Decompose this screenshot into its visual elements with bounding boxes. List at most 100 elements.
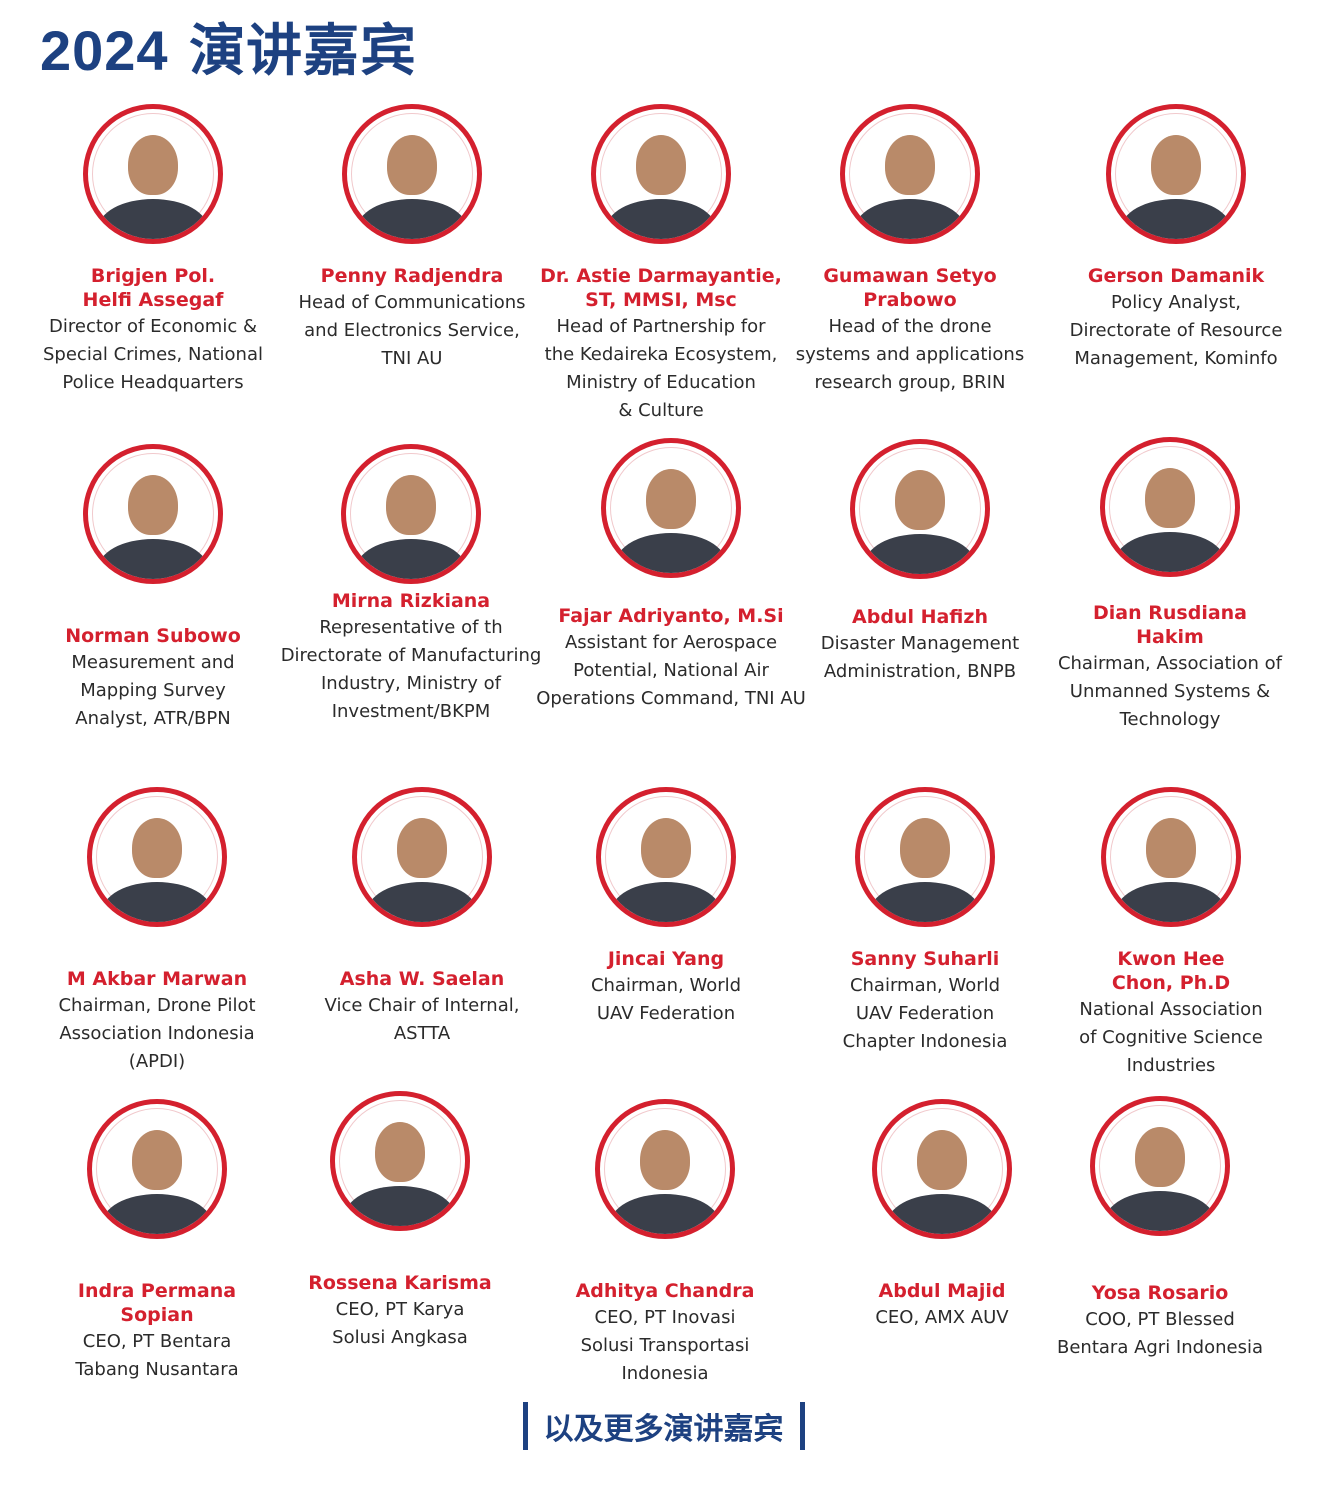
photo-head [132, 818, 182, 878]
speaker-photo [872, 1099, 1012, 1239]
speaker-name: Yosa Rosario [1091, 1282, 1229, 1304]
speaker-role: Head of Partnership for the Kedaireka Ec… [544, 316, 778, 421]
divider-left [522, 1402, 528, 1450]
speaker-name: Rossena Karisma [308, 1272, 492, 1294]
speaker-photo [1100, 437, 1240, 577]
speaker-role: Vice Chair of Internal, ASTTA [324, 995, 520, 1044]
speaker-photo [1090, 1096, 1230, 1236]
speaker-card: Asha W. Saelan Vice Chair of Internal, AS… [287, 787, 557, 1048]
speaker-name: Jincai Yang [607, 948, 725, 970]
photo-head [1151, 135, 1201, 195]
speaker-role: Policy Analyst, Directorate of Resource … [1069, 292, 1283, 369]
speaker-photo [352, 787, 492, 927]
speaker-role: Head of the drone systems and applicatio… [795, 316, 1025, 393]
speaker-role: Chairman, World UAV Federation Chapter I… [842, 975, 1008, 1052]
speaker-name: Gumawan Setyo Prabowo [823, 265, 997, 311]
speaker-photo [1101, 787, 1241, 927]
photo-body [887, 1194, 997, 1234]
photo-head [636, 135, 686, 195]
speaker-card: Mirna Rizkiana Representative of th Direc… [276, 444, 546, 726]
photo-body [1121, 199, 1231, 239]
speaker-name: Fajar Adriyanto, M.Si [558, 605, 784, 627]
speaker-photo [591, 104, 731, 244]
photo-head [641, 818, 691, 878]
speaker-name: Indra Permana Sopian [77, 1280, 237, 1326]
speaker-name: Kwon Hee Chon, Ph.D [1111, 948, 1231, 994]
speaker-role: Head of Communications and Electronics S… [298, 292, 526, 369]
photo-head [1135, 1127, 1185, 1187]
speaker-photo [850, 439, 990, 579]
speaker-name: Gerson Damanik [1087, 265, 1265, 287]
photo-body [345, 1186, 455, 1226]
speaker-card: Gumawan Setyo Prabowo Head of the drone s… [775, 104, 1045, 397]
photo-body [102, 882, 212, 922]
speaker-card: Sanny Suharli Chairman, World UAV Federat… [790, 787, 1060, 1056]
speaker-card: Dian Rusdiana Hakim Chairman, Association… [1035, 437, 1305, 734]
photo-head [128, 475, 178, 535]
speaker-card: Dr. Astie Darmayantie, ST, MMSI, Msc Head… [526, 104, 796, 425]
speaker-photo [87, 1099, 227, 1239]
photo-body [367, 882, 477, 922]
photo-body [102, 1194, 212, 1234]
speaker-name: Adhitya Chandra [575, 1280, 755, 1302]
photo-head [375, 1122, 425, 1182]
speaker-photo [596, 787, 736, 927]
photo-head [387, 135, 437, 195]
photo-body [1115, 532, 1225, 572]
speaker-photo [840, 104, 980, 244]
speaker-name: Sanny Suharli [850, 948, 1000, 970]
speaker-photo [595, 1099, 735, 1239]
speaker-card: Gerson Damanik Policy Analyst, Directorat… [1041, 104, 1311, 373]
speaker-role: Director of Economic & Special Crimes, N… [43, 316, 263, 393]
speaker-role: Chairman, Drone Pilot Association Indone… [58, 995, 256, 1072]
speaker-card: Fajar Adriyanto, M.Si Assistant for Aeros… [536, 438, 806, 713]
more-speakers-footer: 以及更多演讲嘉宾 [522, 1402, 805, 1450]
photo-head [640, 1130, 690, 1190]
photo-body [357, 199, 467, 239]
photo-head [895, 470, 945, 530]
photo-body [865, 534, 975, 574]
speaker-photo [83, 444, 223, 584]
speaker-role: CEO, PT Karya Solusi Angkasa [332, 1299, 468, 1348]
speaker-card: Brigjen Pol. Helfi Assegaf Director of Ec… [18, 104, 288, 397]
photo-head [646, 469, 696, 529]
title-text: 演讲嘉宾 [189, 19, 418, 84]
photo-head [900, 818, 950, 878]
speaker-role: Chairman, Association of Unmanned System… [1057, 653, 1283, 730]
photo-body [616, 533, 726, 573]
speaker-card: Abdul Hafizh Disaster Management Administ… [785, 439, 1055, 686]
speaker-name: Dian Rusdiana Hakim [1093, 602, 1247, 648]
speaker-role: COO, PT Blessed Bentara Agri Indonesia [1057, 1309, 1263, 1358]
speaker-name: Norman Subowo [65, 625, 241, 647]
photo-body [1116, 882, 1226, 922]
speaker-card: Norman Subowo Measurement and Mapping Sur… [18, 444, 288, 733]
speaker-name: Abdul Hafizh [852, 606, 988, 628]
speaker-card: Penny Radjendra Head of Communications an… [277, 104, 547, 373]
speaker-role: CEO, PT Bentara Tabang Nusantara [75, 1331, 239, 1380]
speaker-role: Chairman, World UAV Federation [590, 975, 742, 1024]
speaker-name: Penny Radjendra [320, 265, 504, 287]
photo-body [610, 1194, 720, 1234]
photo-body [855, 199, 965, 239]
speaker-card: M Akbar Marwan Chairman, Drone Pilot Asso… [22, 787, 292, 1076]
divider-right [799, 1402, 805, 1450]
photo-head [128, 135, 178, 195]
speaker-photo [83, 104, 223, 244]
photo-body [1105, 1191, 1215, 1231]
speaker-photo [342, 104, 482, 244]
speaker-role: Representative of th Directorate of Manu… [280, 617, 542, 722]
photo-body [98, 539, 208, 579]
speaker-photo [855, 787, 995, 927]
speaker-role: Assistant for Aerospace Potential, Natio… [536, 632, 806, 709]
page-title: 2024 演讲嘉宾 [40, 6, 417, 87]
photo-head [917, 1130, 967, 1190]
speaker-photo [601, 438, 741, 578]
speaker-card: Indra Permana Sopian CEO, PT Bentara Taba… [22, 1099, 292, 1384]
photo-body [611, 882, 721, 922]
photo-head [132, 1130, 182, 1190]
speaker-name: Asha W. Saelan [339, 968, 505, 990]
speaker-photo [330, 1091, 470, 1231]
photo-body [356, 539, 466, 579]
more-speakers-text: 以及更多演讲嘉宾 [543, 1412, 784, 1447]
speaker-role: Measurement and Mapping Survey Analyst, … [71, 652, 235, 729]
